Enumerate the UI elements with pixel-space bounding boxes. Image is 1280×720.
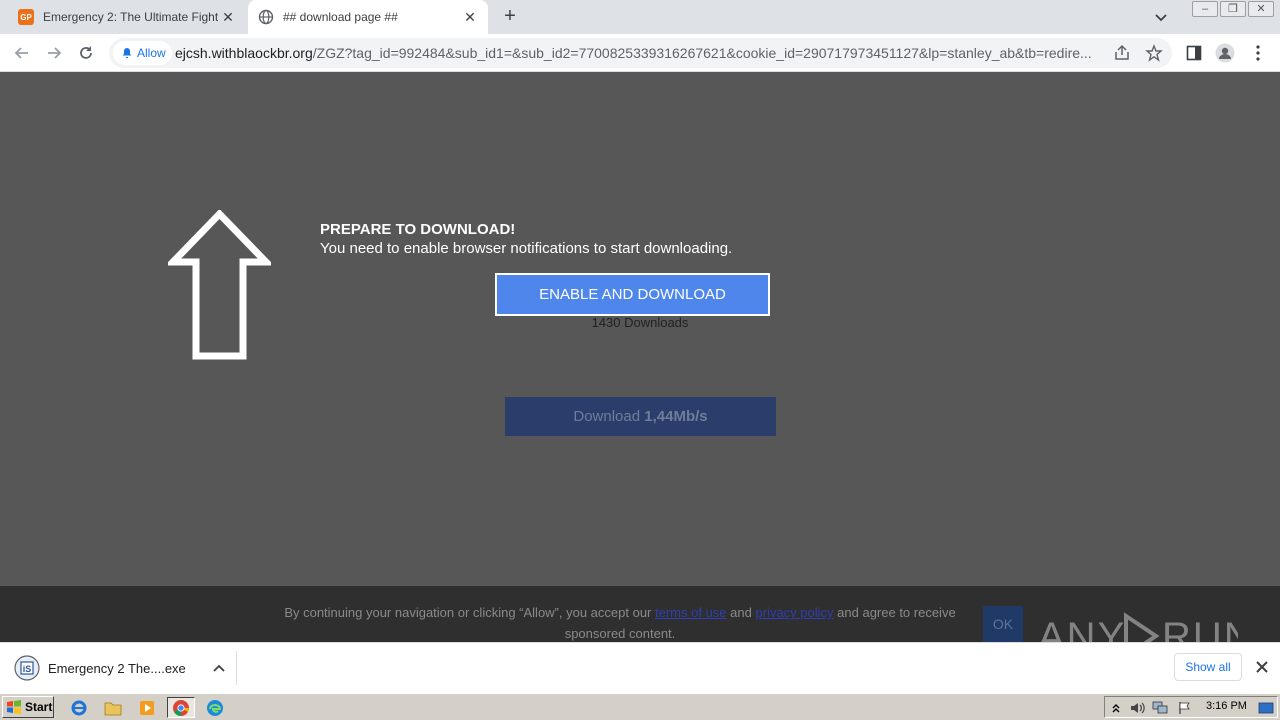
page-headline: PREPARE TO DOWNLOAD! xyxy=(320,221,516,238)
internet-explorer-icon[interactable] xyxy=(68,697,90,718)
terms-of-use-link[interactable]: terms of use xyxy=(655,605,727,620)
anyrun-watermark-logo: ANY RUN xyxy=(1038,612,1238,642)
consent-before: By continuing your navigation or clickin… xyxy=(284,605,652,620)
taskbar-clock: 3:16 PM xyxy=(1206,700,1247,712)
minimize-button[interactable]: – xyxy=(1192,1,1218,17)
windows-logo-icon xyxy=(7,700,21,714)
download-count: 1430 Downloads xyxy=(591,315,689,330)
permission-chip-label: Allow xyxy=(137,46,166,60)
tab-title: ## download page ## xyxy=(283,10,398,24)
reload-icon xyxy=(80,46,92,59)
url-host: ejcsh.withblaockbr.org xyxy=(175,45,313,61)
consent-middle: and xyxy=(730,605,752,620)
show-all-button[interactable]: Show all xyxy=(1174,653,1242,681)
url-path: /ZGZ?tag_id=992484&sub_id1=&sub_id2=7700… xyxy=(312,45,1092,61)
close-icon[interactable] xyxy=(1253,658,1271,676)
consent-ok-button[interactable]: OK xyxy=(983,606,1023,642)
window-controls: – ❐ ✕ xyxy=(1190,1,1274,17)
flag-icon[interactable] xyxy=(1177,700,1193,716)
notification-permission-chip[interactable]: Allow xyxy=(113,41,172,65)
close-window-button[interactable]: ✕ xyxy=(1248,1,1274,17)
download-item[interactable]: iS Emergency 2 The....exe xyxy=(14,653,226,683)
enable-and-download-button[interactable]: ENABLE AND DOWNLOAD xyxy=(495,273,770,316)
reload-button[interactable] xyxy=(75,42,97,64)
start-button[interactable]: Start xyxy=(2,696,54,718)
edge-icon[interactable] xyxy=(204,697,226,718)
menu-kebab-icon[interactable] xyxy=(1248,43,1268,63)
address-bar[interactable]: Allow ejcsh.withblaockbr.org/ZGZ?tag_id=… xyxy=(109,38,1172,68)
tab-close-icon[interactable]: ✕ xyxy=(220,9,236,25)
forward-button[interactable] xyxy=(43,42,65,64)
browser-toolbar: Allow ejcsh.withblaockbr.org/ZGZ?tag_id=… xyxy=(0,34,1280,72)
tab-close-icon[interactable]: ✕ xyxy=(462,9,478,25)
back-button[interactable] xyxy=(11,42,33,64)
restore-button[interactable]: ❐ xyxy=(1220,1,1246,17)
system-tray xyxy=(1104,696,1278,718)
tab-download-page[interactable]: ## download page ## ✕ xyxy=(248,0,488,34)
consent-text: By continuing your navigation or clickin… xyxy=(270,602,970,642)
web-page: PREPARE TO DOWNLOAD! You need to enable … xyxy=(0,72,1280,642)
tab-title: Emergency 2: The Ultimate Fight for xyxy=(43,10,218,24)
bookmark-star-icon[interactable] xyxy=(1145,44,1163,62)
new-tab-button[interactable]: + xyxy=(498,5,522,29)
windows-taskbar: Start xyxy=(0,693,1280,720)
volume-icon[interactable] xyxy=(1129,700,1145,716)
side-panel-icon[interactable] xyxy=(1184,43,1204,63)
tray-expand-icon[interactable] xyxy=(1108,700,1124,716)
svg-text:RUN: RUN xyxy=(1162,615,1238,642)
tab-emergency[interactable]: GP Emergency 2: The Ultimate Fight for ✕ xyxy=(8,0,246,34)
chrome-icon[interactable] xyxy=(167,697,195,718)
gp-logo-icon: GP xyxy=(18,9,34,25)
chevron-down-icon[interactable] xyxy=(1152,8,1170,26)
svg-text:iS: iS xyxy=(23,664,32,674)
show-desktop-icon[interactable] xyxy=(1258,700,1274,716)
media-player-icon[interactable] xyxy=(136,697,158,718)
up-arrow-icon xyxy=(168,210,271,360)
start-label: Start xyxy=(25,700,53,714)
chevron-up-icon[interactable] xyxy=(212,661,226,675)
download-speed: 1,44Mb/s xyxy=(644,408,708,425)
download-shelf: iS Emergency 2 The....exe Show all xyxy=(0,642,1280,692)
download-button[interactable]: Download 1,44Mb/s xyxy=(505,397,776,436)
page-subline: You need to enable browser notifications… xyxy=(320,240,733,257)
tab-strip: GP Emergency 2: The Ultimate Fight for ✕… xyxy=(0,0,1280,34)
url-text[interactable]: ejcsh.withblaockbr.org/ZGZ?tag_id=992484… xyxy=(175,45,1115,61)
svg-text:ANY: ANY xyxy=(1038,615,1126,642)
privacy-policy-link[interactable]: privacy policy xyxy=(756,605,834,620)
share-icon[interactable] xyxy=(1113,44,1131,62)
bell-icon xyxy=(122,48,132,59)
installer-file-icon: iS xyxy=(14,655,40,681)
forward-arrow-icon xyxy=(48,47,62,59)
download-button-label: Download xyxy=(573,408,641,425)
consent-banner: By continuing your navigation or clickin… xyxy=(0,586,1280,642)
globe-icon xyxy=(258,9,274,25)
download-filename: Emergency 2 The....exe xyxy=(48,660,186,676)
network-icon[interactable] xyxy=(1152,700,1168,716)
back-arrow-icon xyxy=(14,47,28,59)
folder-icon[interactable] xyxy=(102,697,124,718)
shelf-divider xyxy=(236,651,237,685)
profile-avatar-icon[interactable] xyxy=(1215,43,1235,63)
